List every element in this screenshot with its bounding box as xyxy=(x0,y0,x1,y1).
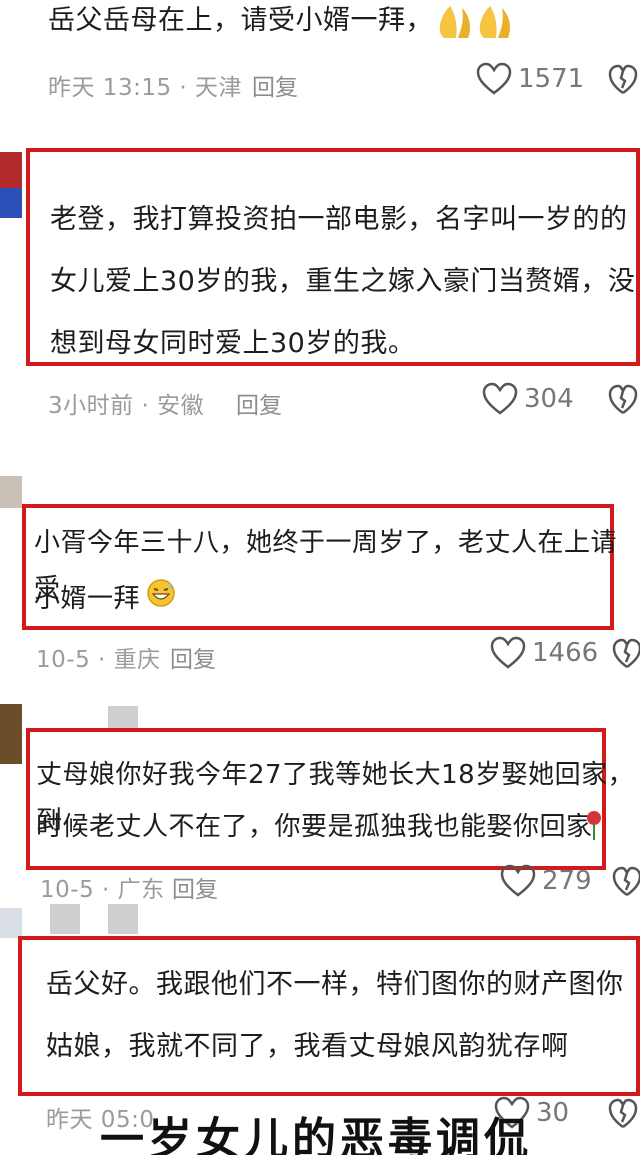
blurred-username xyxy=(108,706,138,728)
dislike-icon[interactable] xyxy=(608,384,638,416)
like-button[interactable]: 1571 xyxy=(476,62,584,96)
rose-icon xyxy=(586,810,602,844)
comment-2: 老登，我打算投资拍一部电影，名字叫一岁的的 女儿爱上30岁的我，重生之嫁入豪门当… xyxy=(0,140,640,440)
comment-time-location: 3小时前 · 安徽 xyxy=(48,393,205,419)
like-count: 279 xyxy=(542,866,592,896)
comment-time-location: 昨天 13:15 · 天津 xyxy=(48,75,243,101)
comment-4: 丈母娘你好我今年27了我等她长大18岁娶她回家，到 时候老丈人不在了，你要是孤独… xyxy=(0,700,640,910)
comment-text: 岳父岳母在上，请受小婿一拜， xyxy=(48,5,433,36)
dislike-icon[interactable] xyxy=(612,638,640,670)
like-button[interactable]: 279 xyxy=(500,864,592,898)
dislike-icon[interactable] xyxy=(612,866,640,898)
heart-icon xyxy=(500,864,536,897)
video-caption-overlay: 一岁女儿的恶毒调侃 xyxy=(100,1114,532,1155)
comment-text-line2: 时候老丈人不在了，你要是孤独我也能娶你回家 xyxy=(36,812,593,842)
comment-text-line3: 想到母女同时爱上30岁的我。 xyxy=(50,328,416,359)
blurred-username xyxy=(50,904,80,934)
reply-button[interactable]: 回复 xyxy=(236,386,282,420)
comment-1: 岳父岳母在上，请受小婿一拜， 昨天 13:15 · 天津 回复 1571 xyxy=(0,0,640,120)
reply-button[interactable]: 回复 xyxy=(170,640,216,674)
like-button[interactable]: 304 xyxy=(482,382,574,416)
like-count: 30 xyxy=(536,1098,570,1128)
avatar xyxy=(0,908,22,938)
comment-text-line1: 岳父好。我跟他们不一样，特们图你的财产图你 xyxy=(46,969,624,1000)
comment-text-line2: 女儿爱上30岁的我，重生之嫁入豪门当赘婿，没 xyxy=(50,266,636,297)
avatar xyxy=(0,704,22,764)
dislike-icon[interactable] xyxy=(608,1098,638,1130)
like-count: 1466 xyxy=(532,638,599,668)
avatar xyxy=(0,152,22,218)
comment-time-location: 10-5 · 广东 xyxy=(40,877,165,903)
heart-icon xyxy=(490,636,526,669)
comment-time-location: 10-5 · 重庆 xyxy=(36,647,161,673)
heart-icon xyxy=(482,382,518,415)
comment-text-line2: 小婿一拜 xyxy=(34,576,176,623)
comment-text-line2: 姑娘，我就不同了，我看丈母娘风韵犹存啊 xyxy=(46,1031,569,1062)
comment-3: 小胥今年三十八，她终于一周岁了，老丈人在上请受 小婿一拜 10-5 · 重庆 回… xyxy=(0,470,640,690)
folded-hands-icon xyxy=(432,2,512,46)
like-count: 1571 xyxy=(518,64,585,94)
like-button[interactable]: 1466 xyxy=(490,636,598,670)
reply-button[interactable]: 回复 xyxy=(252,68,298,102)
comment-text-line1: 老登，我打算投资拍一部电影，名字叫一岁的的 xyxy=(50,204,628,235)
dislike-icon[interactable] xyxy=(608,64,638,96)
blurred-username xyxy=(108,904,138,934)
avatar xyxy=(0,476,22,508)
like-count: 304 xyxy=(524,384,574,414)
reply-button[interactable]: 回复 xyxy=(172,870,218,904)
highlight-box xyxy=(18,936,640,1096)
grinning-sweat-icon xyxy=(146,577,176,623)
heart-icon xyxy=(476,62,512,95)
